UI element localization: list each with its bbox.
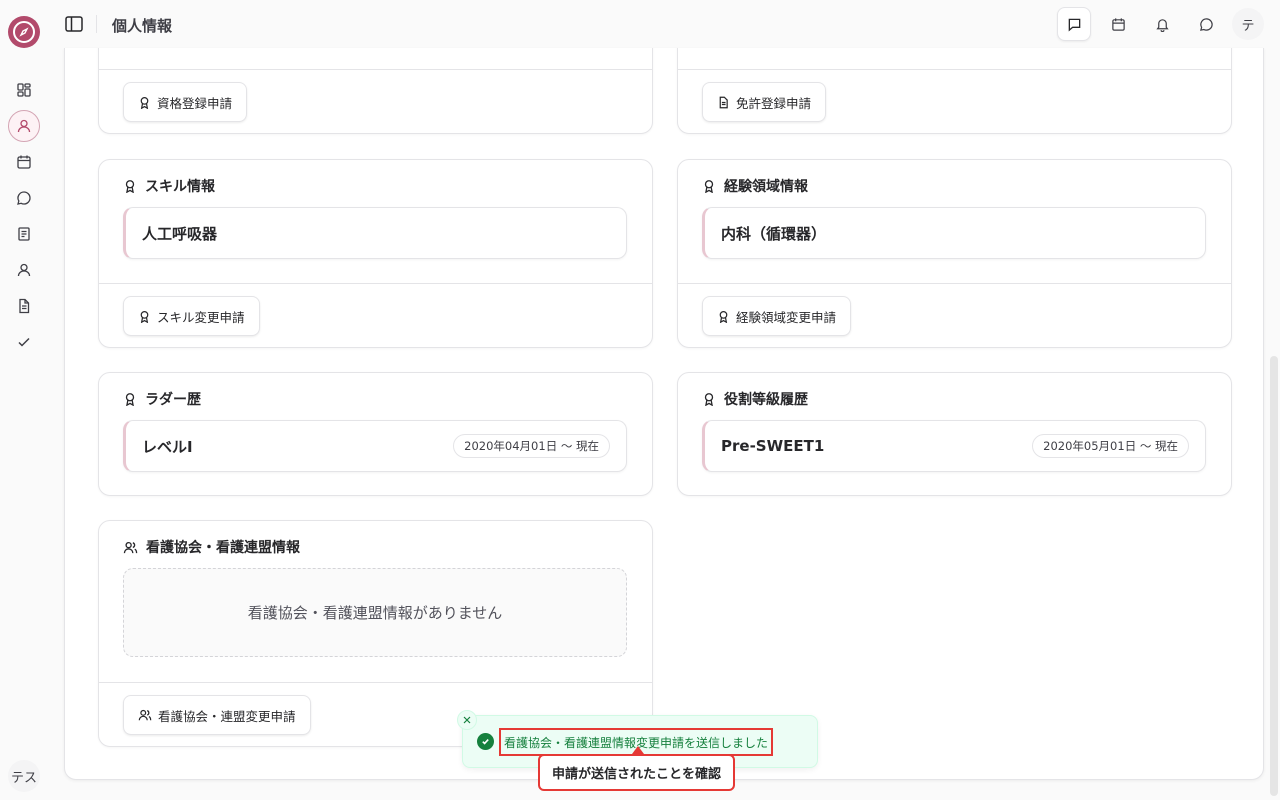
compass-icon [13, 21, 35, 43]
skill-card: スキル情報 人工呼吸器 スキル変更申請 [98, 159, 653, 348]
award-icon [125, 180, 135, 193]
check-circle-icon [477, 733, 494, 750]
card-title: ラダー歴 [123, 389, 201, 409]
bell-icon [1155, 18, 1169, 32]
award-icon [719, 310, 728, 323]
qualification-request-button[interactable]: 資格登録申請 [123, 82, 248, 122]
card-title: 経験領域情報 [702, 176, 808, 196]
award-icon [704, 393, 714, 406]
main-content: 資格登録申請 免許登録申請 スキル情報 人工呼吸器 スキル変更申請 経験領域情報 [64, 48, 1264, 780]
page-title: 個人情報 [112, 17, 173, 35]
app-logo[interactable] [8, 16, 40, 48]
nav-profile[interactable] [8, 110, 40, 142]
chat-icon [17, 191, 31, 205]
list-item: レベルI 2020年04月01日 〜 現在 [123, 420, 627, 472]
skill-name: 人工呼吸器 [142, 224, 218, 243]
feedback-button[interactable] [1057, 7, 1091, 41]
experience-area: 内科（循環器） [721, 224, 827, 243]
calendar-icon [17, 155, 31, 169]
card-title-text: 役割等級履歴 [724, 392, 808, 408]
card-title-text: スキル情報 [145, 179, 215, 195]
period-badge: 2020年05月01日 〜 現在 [1032, 434, 1189, 458]
button-label: 資格登録申請 [157, 95, 233, 111]
user-icon [17, 119, 31, 133]
license-request-button[interactable]: 免許登録申請 [702, 82, 827, 122]
toast-close-button[interactable] [457, 710, 477, 730]
dashboard-icon [17, 83, 31, 97]
card-title: 役割等級履歴 [702, 389, 808, 409]
scrollbar[interactable] [1270, 356, 1278, 796]
chat-button[interactable] [1189, 7, 1223, 41]
notifications-button[interactable] [1145, 7, 1179, 41]
award-icon [140, 310, 149, 323]
nav-tasks[interactable] [8, 326, 40, 358]
close-icon [463, 716, 471, 724]
period-badge: 2020年04月01日 〜 現在 [453, 434, 610, 458]
sidebar-panel-icon [65, 16, 83, 32]
card-title-text: ラダー歴 [145, 392, 201, 408]
chat-icon [1199, 17, 1213, 31]
nav-records[interactable] [8, 218, 40, 250]
card-divider [99, 682, 652, 683]
sidebar-toggle-button[interactable] [62, 12, 86, 36]
award-icon [125, 393, 135, 406]
calendar-button[interactable] [1101, 7, 1135, 41]
file-text-icon [719, 96, 728, 108]
nursing-association-card: 看護協会・看護連盟情報 看護協会・看護連盟情報がありません 看護協会・連盟変更申… [98, 520, 653, 747]
nav-messages[interactable] [8, 182, 40, 214]
button-label: 経験領域変更申請 [736, 309, 837, 325]
card-divider [99, 69, 652, 70]
users-icon [123, 541, 138, 553]
annotation-callout: 申請が送信されたことを確認 [538, 754, 735, 791]
card-title-text: 経験領域情報 [724, 179, 808, 195]
button-label: 看護協会・連盟変更申請 [158, 708, 296, 724]
experience-card: 経験領域情報 内科（循環器） 経験領域変更申請 [677, 159, 1232, 348]
nav-staff[interactable] [8, 254, 40, 286]
ladder-card: ラダー歴 レベルI 2020年04月01日 〜 現在 [98, 372, 653, 496]
empty-state: 看護協会・看護連盟情報がありません [123, 568, 627, 657]
book-icon [18, 227, 30, 241]
message-square-icon [1068, 18, 1080, 32]
check-icon [18, 337, 30, 347]
experience-change-request-button[interactable]: 経験領域変更申請 [702, 296, 852, 336]
rail-user-avatar[interactable]: テス [8, 760, 40, 792]
qualification-card: 資格登録申請 [98, 48, 653, 134]
card-divider [678, 283, 1231, 284]
card-title-text: 看護協会・看護連盟情報 [146, 540, 300, 556]
header-divider [96, 15, 97, 33]
role-grade-card: 役割等級履歴 Pre-SWEET1 2020年05月01日 〜 現在 [677, 372, 1232, 496]
nav-documents[interactable] [8, 290, 40, 322]
user-avatar[interactable]: テ [1232, 8, 1264, 40]
list-item: 人工呼吸器 [123, 207, 627, 259]
role-grade: Pre-SWEET1 [721, 437, 825, 455]
card-divider [678, 69, 1231, 70]
skill-change-request-button[interactable]: スキル変更申請 [123, 296, 260, 336]
top-header: 個人情報 テ [48, 0, 1280, 48]
nav-calendar[interactable] [8, 146, 40, 178]
button-label: 免許登録申請 [736, 95, 812, 111]
card-divider [99, 283, 652, 284]
annotation-arrow [632, 746, 644, 754]
list-item: Pre-SWEET1 2020年05月01日 〜 現在 [702, 420, 1206, 472]
users-icon [138, 709, 152, 721]
calendar-icon [1111, 17, 1125, 31]
license-card: 免許登録申請 [677, 48, 1232, 134]
award-icon [704, 180, 714, 193]
document-icon [19, 298, 30, 314]
association-change-request-button[interactable]: 看護協会・連盟変更申請 [123, 695, 311, 735]
nav-dashboard[interactable] [8, 74, 40, 106]
award-icon [140, 96, 149, 109]
person-icon [17, 263, 31, 277]
card-title: 看護協会・看護連盟情報 [123, 537, 300, 557]
button-label: スキル変更申請 [157, 309, 245, 325]
ladder-level: レベルI [142, 437, 193, 456]
sidebar-rail: テス [0, 0, 48, 800]
list-item: 内科（循環器） [702, 207, 1206, 259]
card-title: スキル情報 [123, 176, 215, 196]
